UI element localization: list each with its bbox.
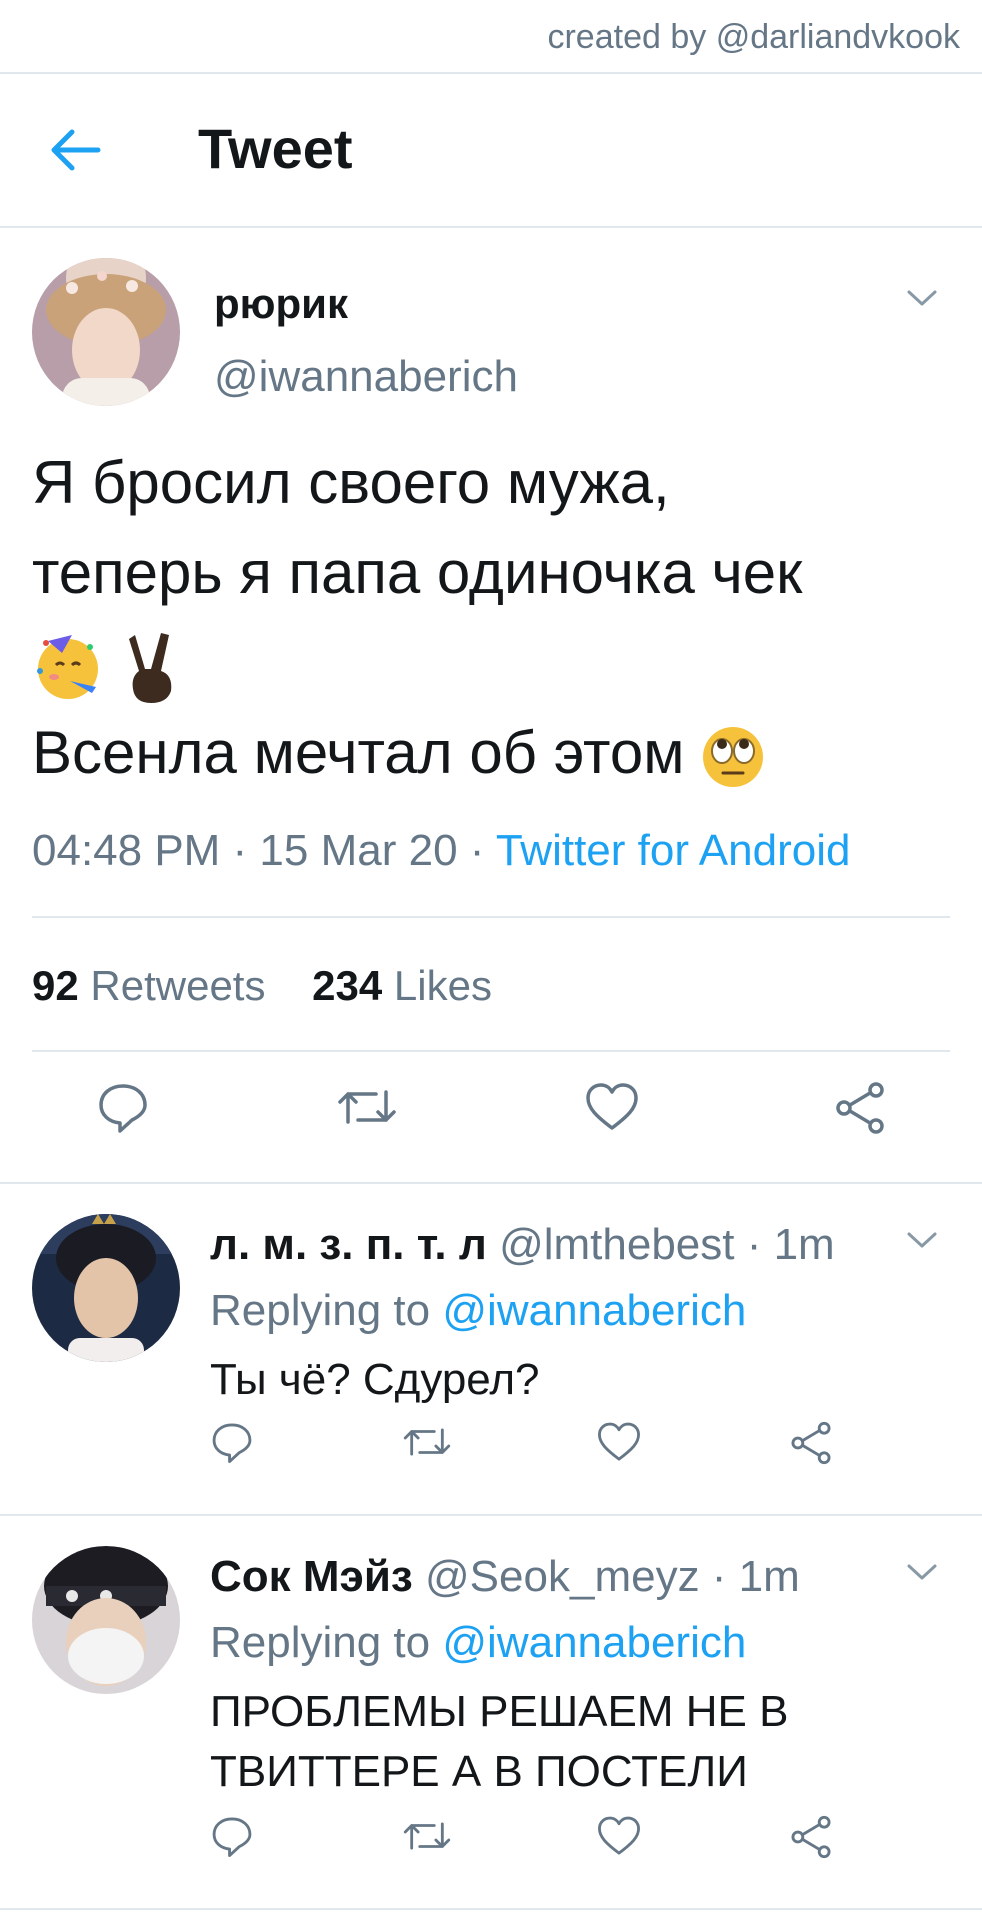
heart-icon: [598, 1816, 640, 1855]
reply-meta: @Seok_meyz · 1m: [425, 1552, 800, 1601]
reply-button[interactable]: [210, 1814, 254, 1863]
reply-tweet[interactable]: Сок Мэйз @Seok_meyz · 1m Replying to @iw…: [0, 1516, 982, 1910]
reply-actions: [0, 1814, 982, 1884]
tweet-text-line: Я бросил своего мужа,: [32, 449, 670, 516]
eye-roll-emoji: [703, 727, 764, 788]
share-button[interactable]: [788, 1420, 834, 1471]
reply-meta: @lmthebest · 1m: [499, 1220, 835, 1269]
tweet-text-line: теперь я папа одиночка чек: [32, 539, 803, 606]
replying-to: Replying to @iwannaberich: [210, 1618, 747, 1667]
page-title: Tweet: [198, 117, 353, 180]
heart-icon: [586, 1083, 638, 1130]
reply-actions: [0, 1420, 982, 1490]
retweet-icon: [338, 1090, 396, 1124]
retweet-icon: [403, 1822, 451, 1850]
speech-bubble-icon: [212, 1817, 252, 1857]
share-icon: [791, 1815, 831, 1859]
tweet-text-line: Всенла мечтал об этом: [32, 708, 952, 798]
reply-tweet[interactable]: л. м. з. п. т. л @lmthebest · 1m Replyin…: [0, 1184, 982, 1516]
avatar[interactable]: [32, 1546, 180, 1694]
reply-text: ПРОБЛЕМЫ РЕШАЕМ НЕ В ТВИТТЕРЕ А В ПОСТЕЛ…: [210, 1687, 789, 1796]
replying-to-handle[interactable]: @iwannaberich: [442, 1286, 746, 1335]
share-button[interactable]: [788, 1814, 834, 1865]
like-button[interactable]: [596, 1814, 642, 1863]
retweet-button[interactable]: [402, 1814, 452, 1863]
tweet-menu-button[interactable]: [906, 1230, 938, 1255]
main-tweet: рюрик @iwannaberich Я бросил своего мужа…: [0, 228, 982, 1184]
chevron-down-icon: [907, 290, 937, 306]
arrow-left-icon: [51, 129, 101, 171]
retweet-button[interactable]: [402, 1420, 452, 1469]
reply-author-name[interactable]: Сок Мэйз: [210, 1552, 413, 1601]
retweet-button[interactable]: [336, 1080, 398, 1139]
tweet-meta: 04:48 PM · 15 Mar 20 · Twitter for Andro…: [32, 826, 850, 876]
tweet-menu-button[interactable]: [906, 288, 938, 313]
reply-header: л. м. з. п. т. л @lmthebest · 1m: [210, 1220, 835, 1270]
divider: [32, 1050, 950, 1052]
reply-button[interactable]: [96, 1080, 150, 1139]
speech-bubble-icon: [212, 1423, 252, 1463]
heart-icon: [598, 1422, 640, 1461]
chevron-down-icon: [907, 1564, 937, 1580]
reply-author-name[interactable]: л. м. з. п. т. л: [210, 1220, 487, 1269]
reply-button[interactable]: [210, 1420, 254, 1469]
victory-hand-emoji: [128, 633, 171, 704]
back-button[interactable]: [50, 126, 102, 179]
replying-to: Replying to @iwannaberich: [210, 1286, 747, 1335]
tweet-emoji-line: [32, 618, 952, 708]
tweet-source-link[interactable]: Twitter for Android: [496, 826, 851, 875]
author-handle[interactable]: @iwannaberich: [214, 352, 518, 402]
tweet-text: Я бросил своего мужа, теперь я папа один…: [32, 438, 952, 798]
share-icon: [836, 1082, 884, 1134]
likes-stat[interactable]: 234 Likes: [312, 962, 492, 1009]
divider: [32, 916, 950, 918]
share-icon: [791, 1421, 831, 1465]
retweet-icon: [403, 1428, 451, 1456]
credit-text: created by @darliandvkook: [547, 18, 960, 56]
reply-text: Ты чё? Сдурел?: [210, 1355, 540, 1404]
credit-bar: created by @darliandvkook: [0, 0, 982, 74]
replying-to-handle[interactable]: @iwannaberich: [442, 1618, 746, 1667]
avatar[interactable]: [32, 1214, 180, 1362]
chevron-down-icon: [907, 1232, 937, 1248]
tweet-timestamp: 04:48 PM · 15 Mar 20 ·: [32, 826, 496, 875]
partying-face-emoji: [37, 635, 98, 700]
tweet-stats: 92 Retweets 234 Likes: [32, 962, 492, 1010]
speech-bubble-icon: [99, 1084, 147, 1133]
retweets-stat[interactable]: 92 Retweets: [32, 962, 265, 1009]
tweet-menu-button[interactable]: [906, 1562, 938, 1587]
share-button[interactable]: [832, 1080, 888, 1141]
like-button[interactable]: [584, 1080, 640, 1139]
author-name[interactable]: рюрик: [214, 280, 348, 328]
avatar[interactable]: [32, 258, 180, 406]
reply-header: Сок Мэйз @Seok_meyz · 1m: [210, 1552, 800, 1602]
like-button[interactable]: [596, 1420, 642, 1469]
top-app-bar: Tweet: [0, 74, 982, 228]
tweet-actions: [0, 1080, 982, 1150]
